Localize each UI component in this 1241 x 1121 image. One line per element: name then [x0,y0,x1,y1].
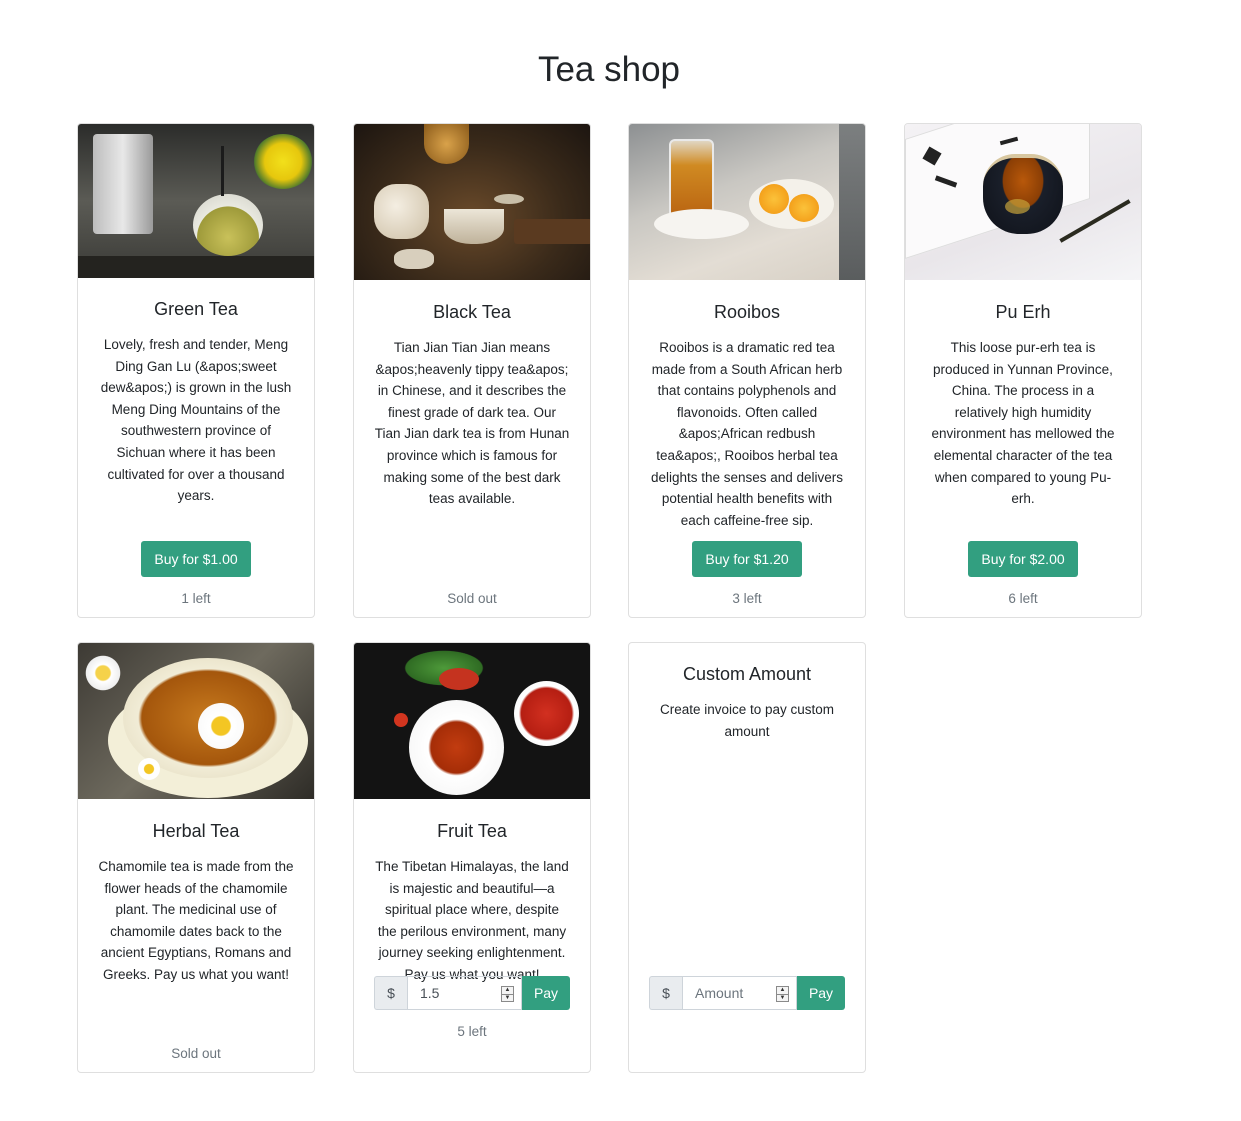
stock-status: 3 left [732,591,762,606]
product-description: Chamomile tea is made from the flower he… [98,859,294,982]
product-card-fruit-tea: Fruit Tea The Tibetan Himalayas, the lan… [353,642,591,1073]
custom-amount-card: Custom Amount Create invoice to pay cust… [628,642,866,1073]
product-card-black-tea: Black Tea Tian Jian Tian Jian means &apo… [353,123,591,618]
stock-status: Sold out [171,1046,221,1061]
product-description: Rooibos is a dramatic red tea made from … [650,340,844,528]
spinner-down-icon[interactable]: ▼ [502,995,513,1002]
herbal-tea-image [78,643,314,799]
number-spinner[interactable]: ▲ ▼ [776,986,789,1002]
product-description: Lovely, fresh and tender, Meng Ding Gan … [100,337,292,504]
rooibos-image [629,124,865,280]
product-description: This loose pur-erh tea is produced in Yu… [931,340,1115,507]
product-card-pu-erh: Pu Erh This loose pur-erh tea is produce… [904,123,1142,618]
custom-amount-input[interactable]: Amount ▲ ▼ [682,976,797,1010]
stock-status: 5 left [457,1024,487,1039]
spinner-down-icon[interactable]: ▼ [777,995,788,1002]
custom-amount-description: Create invoice to pay custom amount [659,702,835,739]
fruit-tea-image [354,643,590,799]
currency-prefix: $ [374,976,407,1010]
spinner-up-icon[interactable]: ▲ [777,987,788,995]
product-title: Pu Erh [995,302,1051,322]
page-title: Tea shop [537,50,681,89]
currency-prefix: $ [649,976,682,1010]
custom-amount-title: Custom Amount [682,664,812,684]
product-title: Green Tea [154,299,238,319]
product-description: The Tibetan Himalayas, the land is majes… [375,859,569,982]
pay-button[interactable]: Pay [797,976,845,1010]
product-title: Fruit Tea [437,821,507,841]
amount-value: 1.5 [420,985,440,1001]
black-tea-image [354,124,590,280]
number-spinner[interactable]: ▲ ▼ [501,986,514,1002]
product-title: Black Tea [433,302,511,322]
pu-erh-image [905,124,1141,280]
pay-button[interactable]: Pay [522,976,570,1010]
amount-input[interactable]: 1.5 ▲ ▼ [407,976,522,1010]
amount-placeholder: Amount [695,985,744,1001]
stock-status: 6 left [1008,591,1038,606]
pay-what-you-want-form: $ 1.5 ▲ ▼ Pay [374,976,570,1010]
green-tea-image [78,124,314,278]
buy-button[interactable]: Buy for $1.00 [141,541,251,577]
custom-pay-form: $ Amount ▲ ▼ Pay [649,976,845,1010]
product-title: Rooibos [713,302,781,322]
product-card-rooibos: Rooibos Rooibos is a dramatic red tea ma… [628,123,866,618]
product-description: Tian Jian Tian Jian means &apos;heavenly… [374,340,570,507]
spinner-up-icon[interactable]: ▲ [502,987,513,995]
product-card-herbal-tea: Herbal Tea Chamomile tea is made from th… [77,642,315,1073]
product-card-green-tea: Green Tea Lovely, fresh and tender, Meng… [77,123,315,618]
stock-status: 1 left [181,591,211,606]
buy-button[interactable]: Buy for $2.00 [968,541,1078,577]
buy-button[interactable]: Buy for $1.20 [692,541,802,577]
product-title: Herbal Tea [152,821,240,841]
stock-status: Sold out [447,591,497,606]
